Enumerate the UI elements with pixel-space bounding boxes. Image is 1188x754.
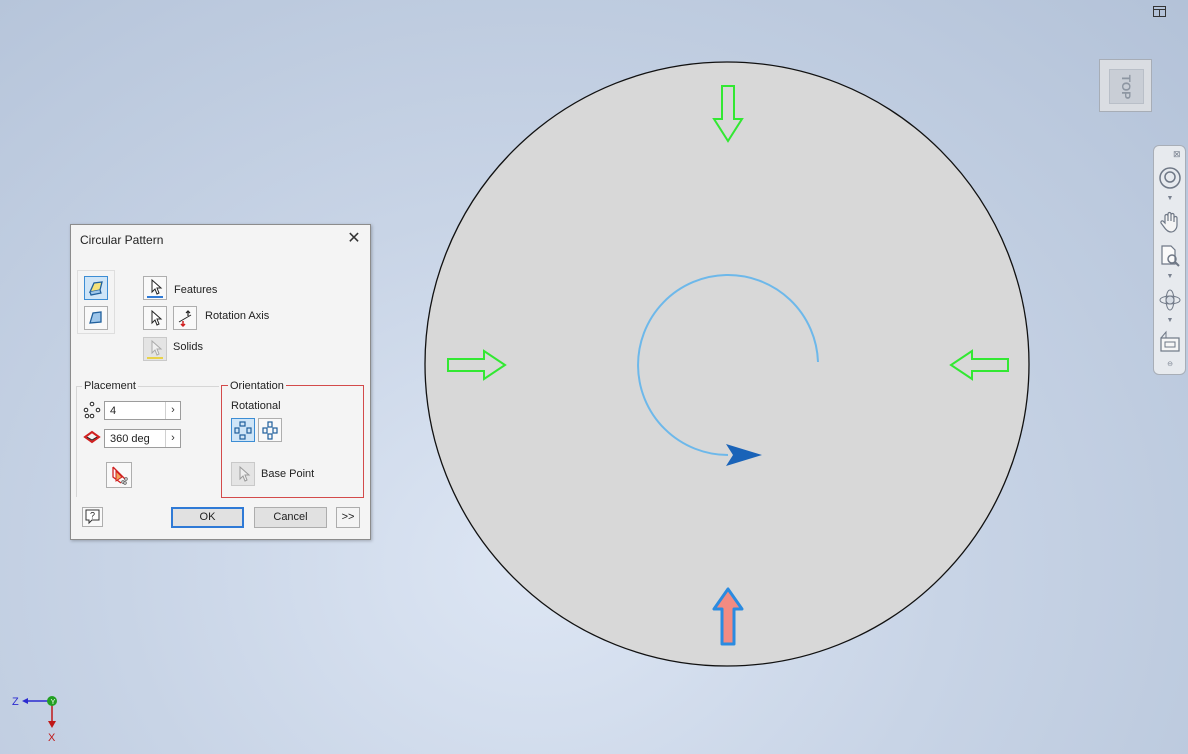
close-icon[interactable]: ✕ — [344, 230, 364, 250]
dialog-title: Circular Pattern — [80, 233, 164, 247]
base-point-label: Base Point — [261, 468, 315, 480]
disc-face[interactable] — [424, 61, 1030, 667]
placement-title: Placement — [82, 380, 138, 392]
solids-label: Solids — [173, 341, 203, 353]
occurrence-angle-icon — [83, 429, 101, 447]
triad-z-label: Z — [12, 696, 19, 708]
orbit-dropdown-chevron-icon[interactable]: ▼ — [1166, 317, 1174, 324]
more-options-button[interactable]: >> — [336, 507, 360, 528]
flip-rotation-direction-button[interactable] — [173, 306, 197, 330]
navigation-bar[interactable]: ⊠ ▼ ▼ ▼ ⊖ — [1153, 145, 1186, 375]
midplane-button[interactable] — [106, 462, 132, 488]
occurrence-count-input[interactable] — [105, 402, 170, 419]
view-cube[interactable]: TOP — [1099, 59, 1152, 112]
view-cube-face-label: TOP — [1119, 74, 1134, 99]
occurrence-count-icon — [83, 401, 101, 419]
coordinate-triad: Y Z X — [8, 690, 68, 750]
occurrence-count-field[interactable]: › — [104, 401, 181, 420]
rotation-axis-select-button[interactable] — [143, 306, 167, 330]
help-icon[interactable]: ? — [82, 507, 103, 527]
wheel-dropdown-chevron-icon[interactable]: ▼ — [1166, 195, 1174, 202]
occurrence-count-chevron-icon[interactable]: › — [165, 402, 180, 419]
features-label: Features — [174, 284, 218, 296]
rotational-orientation-button[interactable] — [231, 418, 255, 442]
occurrence-angle-chevron-icon[interactable]: › — [165, 430, 180, 447]
full-navigation-wheel-icon[interactable] — [1158, 166, 1182, 190]
svg-text:?: ? — [90, 511, 95, 521]
orientation-title: Orientation — [228, 380, 286, 392]
ok-button[interactable]: OK — [171, 507, 244, 528]
occurrence-angle-input[interactable] — [105, 430, 170, 447]
fixed-orientation-button[interactable] — [258, 418, 282, 442]
navbar-close-icon[interactable]: ⊠ — [1173, 149, 1183, 159]
zoom-icon[interactable] — [1158, 244, 1182, 268]
look-at-icon[interactable] — [1158, 330, 1182, 354]
pan-hand-icon[interactable] — [1158, 210, 1182, 234]
navbar-options-icon[interactable]: ⊖ — [1166, 361, 1174, 368]
occurrence-angle-field[interactable]: › — [104, 429, 181, 448]
window-layout-icon[interactable] — [1152, 4, 1168, 20]
circular-pattern-dialog[interactable]: Circular Pattern ✕ Features Rotation Axi… — [70, 224, 371, 540]
rotational-label: Rotational — [231, 400, 281, 412]
view-cube-top-face[interactable]: TOP — [1109, 69, 1144, 104]
cancel-button[interactable]: Cancel — [254, 507, 327, 528]
zoom-dropdown-chevron-icon[interactable]: ▼ — [1166, 273, 1174, 280]
features-select-button[interactable] — [143, 276, 167, 300]
svg-text:Y: Y — [51, 699, 56, 706]
pattern-features-mode-button[interactable] — [84, 276, 108, 300]
base-point-select-button[interactable] — [231, 462, 255, 486]
triad-x-label: X — [48, 732, 56, 744]
pattern-mode-group — [77, 270, 115, 334]
solids-select-button[interactable] — [143, 337, 167, 361]
rotation-axis-label: Rotation Axis — [205, 310, 270, 322]
orbit-icon[interactable] — [1158, 288, 1182, 312]
pattern-solids-mode-button[interactable] — [84, 306, 108, 330]
